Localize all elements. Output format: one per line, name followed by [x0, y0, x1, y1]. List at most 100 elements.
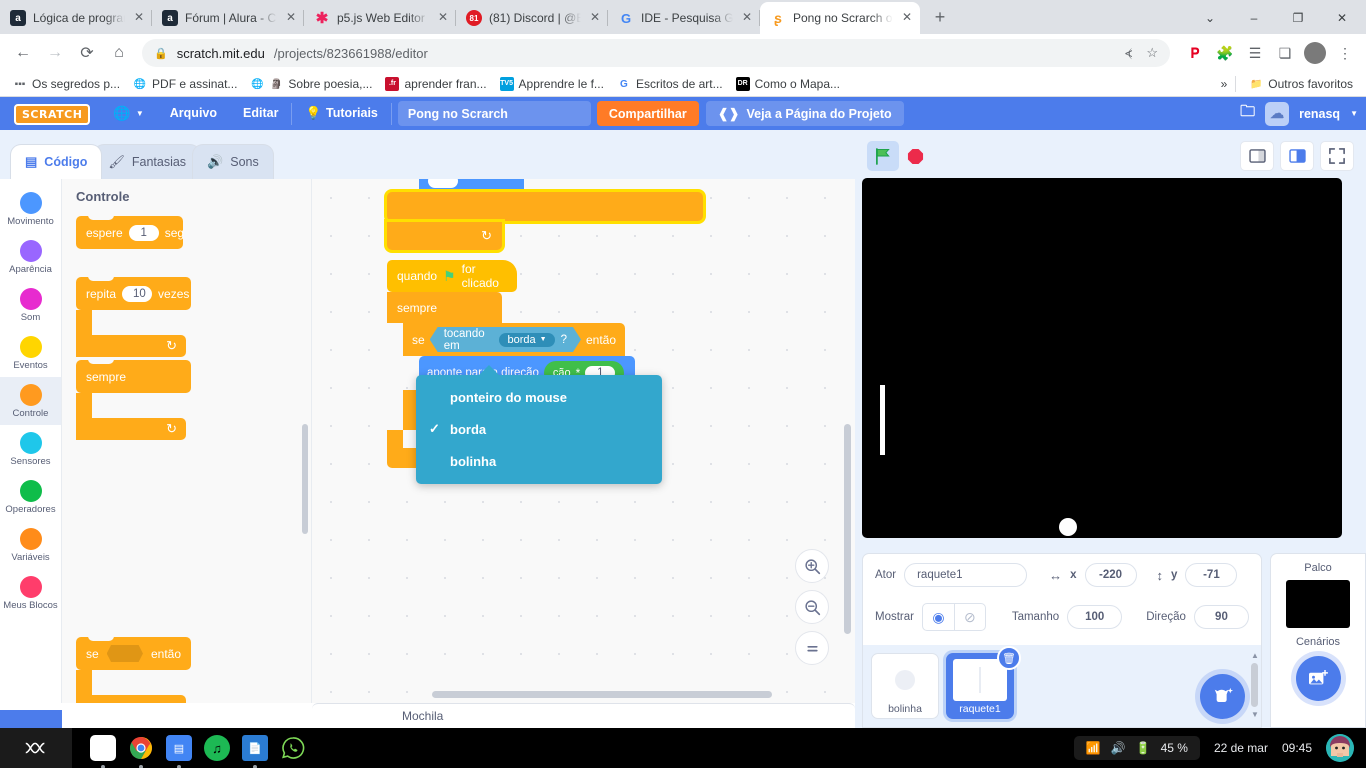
small-stage-button[interactable] [1240, 141, 1274, 171]
home-icon[interactable]: ⌂ [104, 38, 134, 68]
touching-target-dropdown[interactable]: borda ▼ [499, 333, 554, 347]
green-flag-button[interactable] [867, 141, 899, 171]
tab-fantasias[interactable]: 🖌 Fantasias [93, 144, 202, 179]
browser-tab[interactable]: a Fórum | Alura - Cu ✕ [152, 2, 304, 34]
size-input[interactable]: 100 [1067, 605, 1123, 629]
sprite-list[interactable]: bolinha 🗑 raquete1 ▲ ▼ [862, 645, 1262, 728]
project-title-input[interactable]: Pong no Scrarch [397, 101, 591, 126]
pinterest-icon[interactable]: 𝐏 [1182, 40, 1208, 66]
whatsapp-icon[interactable] [280, 735, 306, 761]
bookmark-item[interactable]: 🌐 🗿 Sobre poesia,... [245, 75, 377, 93]
add-backdrop-button[interactable] [1295, 656, 1341, 701]
category-controle[interactable]: Controle [0, 377, 61, 425]
kebab-menu-icon[interactable]: ⋮ [1332, 40, 1358, 66]
minimize-icon[interactable]: – [1232, 3, 1276, 33]
close-icon[interactable]: ✕ [284, 11, 298, 25]
other-bookmarks-folder[interactable]: 📁 Outros favoritos [1244, 75, 1358, 93]
palette-block-repeat[interactable]: repita 10 vezes ↻ [76, 276, 191, 357]
taskbar-time[interactable]: 09:45 [1282, 741, 1312, 755]
profile-avatar[interactable] [1302, 40, 1328, 66]
see-project-page-button[interactable]: ❰❱ Veja a Página do Projeto [705, 101, 904, 126]
stop-button[interactable] [899, 141, 931, 171]
large-stage-button[interactable] [1280, 141, 1314, 171]
sprite-name-input[interactable]: raquete1 [904, 563, 1028, 587]
sprite-card-bolinha[interactable]: bolinha [871, 653, 939, 719]
docs-icon[interactable]: 📄 [242, 735, 268, 768]
touching-target-dropdown-menu[interactable]: ponteiro do mouse ✓ borda bolinha [416, 365, 662, 484]
bookmark-item[interactable]: .fr aprender fran... [380, 75, 491, 93]
chevron-down-icon[interactable]: ▼ [1350, 109, 1358, 118]
close-window-icon[interactable]: ✕ [1320, 3, 1364, 33]
close-icon[interactable]: ✕ [436, 11, 450, 25]
stage-thumbnail[interactable] [1286, 580, 1350, 628]
block-input-times[interactable]: 10 [122, 285, 153, 302]
close-icon[interactable]: ✕ [588, 11, 602, 25]
app-store-icon[interactable]: 🛍 [90, 735, 116, 768]
sidepanel-icon[interactable]: ❏ [1272, 40, 1298, 66]
block-palette[interactable]: Controle espere 1 seg repita 10 vezes ↻ … [62, 179, 312, 703]
zoom-reset-button[interactable] [795, 631, 829, 665]
category-sensores[interactable]: Sensores [0, 425, 61, 473]
dropdown-option-bolinha[interactable]: bolinha [416, 445, 662, 477]
script-partial-top[interactable]: ↻ [387, 179, 703, 251]
fullscreen-button[interactable] [1320, 141, 1354, 171]
reading-list-icon[interactable]: ☰ [1242, 40, 1268, 66]
stage-canvas[interactable] [862, 178, 1342, 538]
dropdown-option-ponteiro-do-mouse[interactable]: ponteiro do mouse [416, 381, 662, 413]
block-if-then[interactable]: se tocando em borda ▼ ? então [403, 323, 625, 356]
category-aparencia[interactable]: Aparência [0, 233, 61, 281]
eye-icon[interactable]: ◉ [923, 604, 954, 630]
browser-tab[interactable]: a Lógica de program ✕ [0, 2, 152, 34]
star-icon[interactable]: ☆ [1146, 45, 1158, 61]
taskbar-date[interactable]: 22 de mar [1214, 741, 1268, 755]
add-sprite-button[interactable] [1200, 674, 1245, 719]
palette-block-if[interactable]: se então [76, 636, 191, 703]
tab-search-icon[interactable]: ⌄ [1188, 3, 1232, 33]
forward-icon[interactable]: → [40, 38, 70, 68]
category-meus-blocos[interactable]: Meus Blocos [0, 569, 61, 617]
workspace-horizontal-scrollbar[interactable] [432, 691, 772, 698]
avatar[interactable]: ☁ [1265, 101, 1290, 126]
language-selector[interactable]: 🌐 ▼ [100, 97, 156, 130]
block-input[interactable] [428, 179, 458, 188]
palette-block-forever[interactable]: sempre ↻ [76, 359, 191, 440]
username-label[interactable]: renasq [1299, 107, 1340, 121]
share-button[interactable]: Compartilhar [596, 101, 699, 126]
block-touching[interactable]: tocando em borda ▼ ? [430, 327, 581, 352]
close-icon[interactable]: ✕ [900, 11, 914, 25]
category-eventos[interactable]: Eventos [0, 329, 61, 377]
category-movimento[interactable]: Movimento [0, 185, 61, 233]
backpack-bar[interactable]: Mochila [312, 703, 855, 728]
bookmark-item[interactable]: G Escritos de art... [612, 75, 728, 93]
workspace-vertical-scrollbar[interactable] [844, 424, 851, 634]
share-icon[interactable]: ⦓ [1125, 45, 1132, 61]
bookmark-item[interactable]: DR Como o Mapa... [731, 75, 845, 93]
reload-icon[interactable]: ⟳ [72, 38, 102, 68]
restore-icon[interactable]: ❐ [1276, 3, 1320, 33]
bookmark-item[interactable]: 🌐 PDF e assinat... [128, 75, 242, 93]
block-input-seconds[interactable]: 1 [128, 224, 159, 241]
new-tab-button[interactable]: + [926, 4, 954, 32]
tab-codigo[interactable]: ▤ Código [10, 144, 103, 179]
menu-item-tutoriais[interactable]: 💡 Tutoriais [292, 97, 390, 130]
scratch-logo[interactable]: SCRATCH [0, 103, 100, 125]
menu-item-arquivo[interactable]: Arquivo [157, 97, 230, 130]
block-forever[interactable]: sempre [387, 292, 502, 323]
close-icon[interactable]: ✕ [132, 11, 146, 25]
browser-tab[interactable]: ✱ p5.js Web Editor ✕ [304, 2, 456, 34]
trash-icon[interactable]: 🗑 [997, 646, 1021, 670]
category-som[interactable]: Som [0, 281, 61, 329]
zoom-out-button[interactable] [795, 590, 829, 624]
system-tray[interactable]: 📶 🔊 🔋 45 % [1073, 736, 1200, 760]
extensions-icon[interactable]: 🧩 [1212, 40, 1238, 66]
spotify-icon[interactable]: ♫ [204, 735, 230, 761]
boolean-slot[interactable] [106, 645, 143, 662]
close-icon[interactable]: ✕ [740, 11, 754, 25]
chrome-icon[interactable] [128, 735, 154, 768]
browser-tab[interactable]: G IDE - Pesquisa Go ✕ [608, 2, 760, 34]
bookmark-item[interactable]: ▪▪▪ Os segredos p... [8, 75, 125, 93]
sprite-card-raquete1[interactable]: 🗑 raquete1 [946, 646, 1021, 719]
address-bar[interactable]: 🔒 scratch.mit.edu/projects/823661988/edi… [142, 39, 1170, 67]
files-icon[interactable]: ▤ [166, 735, 192, 768]
browser-tab-active[interactable]: ʂ Pong no Scrarch o ✕ [760, 2, 920, 34]
